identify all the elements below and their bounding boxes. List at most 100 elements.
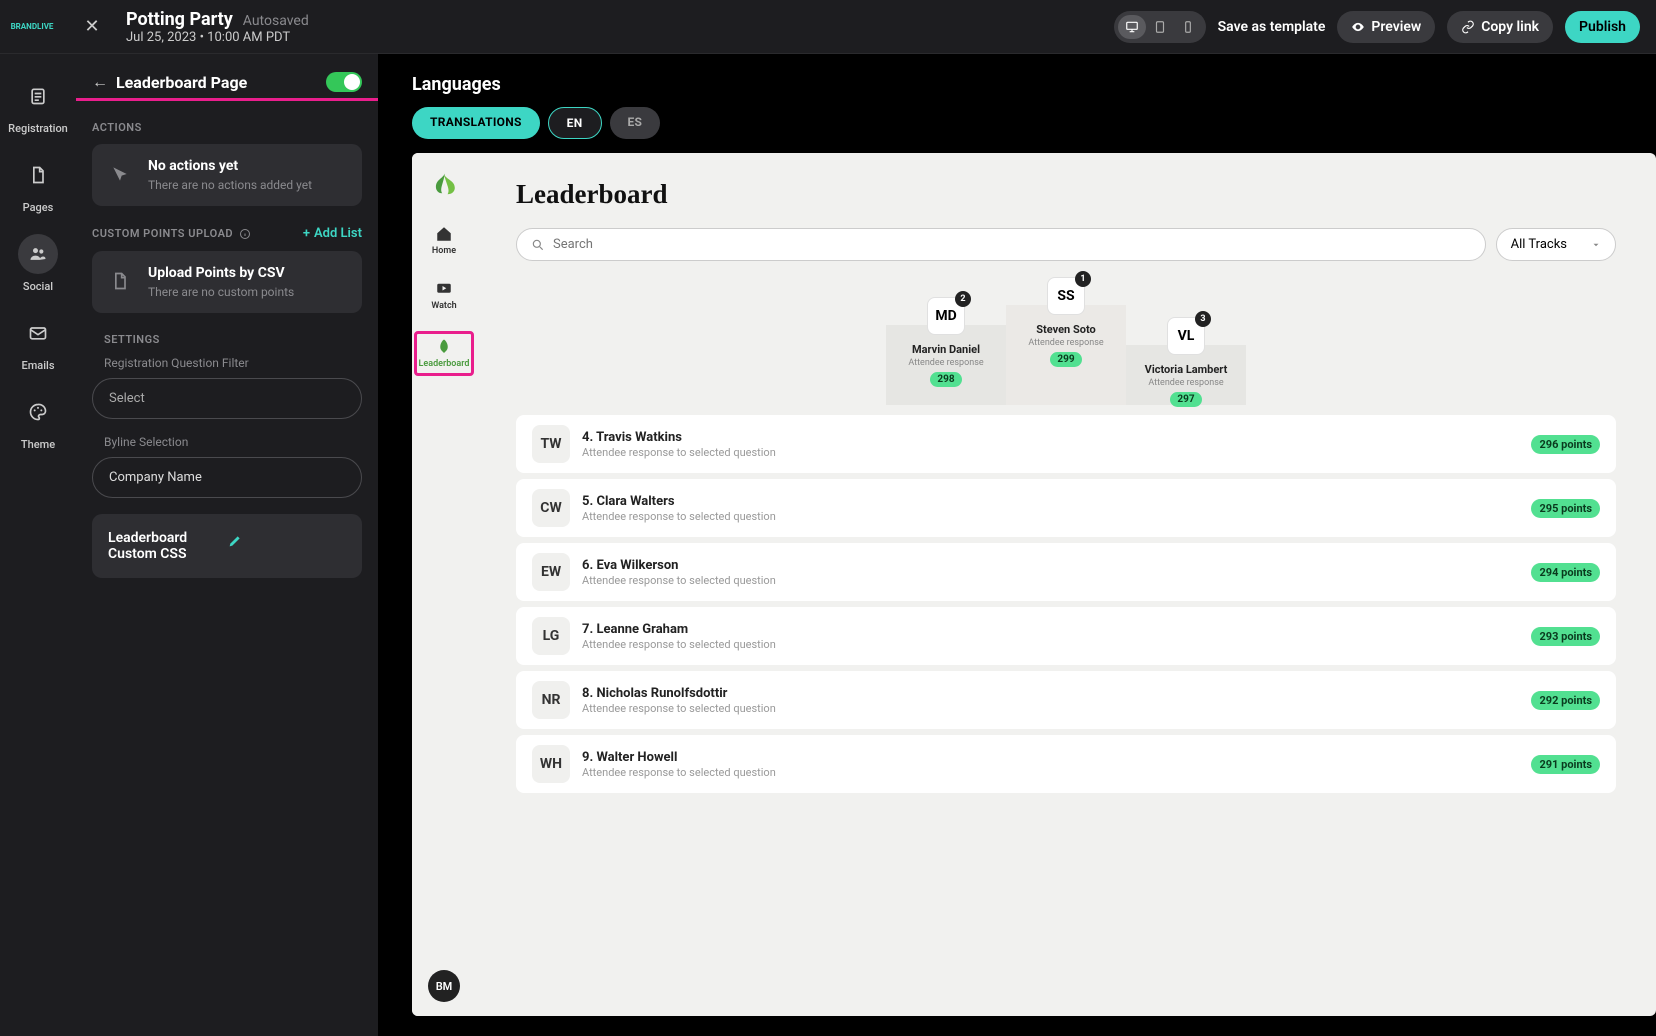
row-info: 9. Walter Howell Attendee response to se… [582, 750, 1519, 779]
row-points: 291 points [1531, 755, 1600, 774]
frame-main: Leaderboard All Tracks MD2 [476, 153, 1656, 1016]
mobile-icon [1181, 20, 1195, 34]
row-info: 5. Clara Walters Attendee response to se… [582, 494, 1519, 523]
edit-css-button[interactable] [227, 533, 346, 559]
rail-social[interactable]: Social [18, 234, 58, 293]
leaderboard-row[interactable]: EW 6. Eva Wilkerson Attendee response to… [516, 543, 1616, 601]
row-byline: Attendee response to selected question [582, 446, 1519, 459]
rail-pages[interactable]: Pages [18, 155, 58, 214]
back-arrow-icon[interactable]: ← [92, 72, 108, 92]
custom-css-heading: Leaderboard Custom CSS [108, 530, 227, 562]
languages-title: Languages [412, 74, 1656, 95]
rail-theme[interactable]: Theme [18, 392, 58, 451]
byline-select[interactable]: Company Name [92, 457, 362, 498]
copy-link-button[interactable]: Copy link [1447, 11, 1553, 43]
publish-button[interactable]: Publish [1565, 11, 1640, 43]
actions-section-label: ACTIONS [92, 121, 362, 134]
leaderboard-controls: All Tracks [516, 228, 1616, 261]
file-icon [110, 271, 130, 291]
row-avatar: EW [532, 553, 570, 591]
link-icon [1461, 20, 1475, 34]
add-list-link[interactable]: + Add List [303, 226, 362, 241]
row-byline: Attendee response to selected question [582, 510, 1519, 523]
device-mobile-button[interactable] [1174, 15, 1202, 39]
top-header: BRANDLIVE ✕ Potting Party Autosaved Jul … [0, 0, 1656, 54]
row-info: 7. Leanne Graham Attendee response to se… [582, 622, 1519, 651]
row-info: 8. Nicholas Runolfsdottir Attendee respo… [582, 686, 1519, 715]
preview-button[interactable]: Preview [1337, 11, 1435, 43]
frame-nav-home[interactable]: Home [430, 221, 458, 260]
rail-emails-label: Emails [22, 359, 55, 372]
row-points: 295 points [1531, 499, 1600, 518]
row-name: 8. Nicholas Runolfsdottir [582, 686, 1519, 701]
tab-translations[interactable]: TRANSLATIONS [412, 107, 540, 139]
leaderboard-row[interactable]: WH 9. Walter Howell Attendee response to… [516, 735, 1616, 793]
event-logo [426, 169, 462, 205]
row-points: 292 points [1531, 691, 1600, 710]
tab-en[interactable]: EN [548, 107, 602, 139]
upload-csv-card[interactable]: Upload Points by CSV There are no custom… [92, 251, 362, 313]
row-points: 296 points [1531, 435, 1600, 454]
editor-title: Leaderboard Page [116, 73, 247, 92]
editor-accent-line [76, 98, 378, 101]
event-datetime: Jul 25, 2023 • 10:00 AM PDT [126, 30, 309, 45]
copy-link-label: Copy link [1481, 19, 1539, 35]
home-icon [435, 225, 453, 243]
rail-emails[interactable]: Emails [18, 313, 58, 372]
leaderboard-row[interactable]: CW 5. Clara Walters Attendee response to… [516, 479, 1616, 537]
save-template-link[interactable]: Save as template [1218, 19, 1326, 35]
frame-user-avatar[interactable]: BM [428, 970, 460, 1002]
rail-registration[interactable]: Registration [8, 76, 68, 135]
row-info: 6. Eva Wilkerson Attendee response to se… [582, 558, 1519, 587]
row-name: 6. Eva Wilkerson [582, 558, 1519, 573]
play-icon [435, 280, 453, 298]
row-byline: Attendee response to selected question [582, 766, 1519, 779]
leaderboard-title: Leaderboard [516, 179, 1616, 210]
publish-label: Publish [1579, 19, 1626, 35]
row-points: 293 points [1531, 627, 1600, 646]
tab-es[interactable]: ES [610, 107, 661, 139]
preview-frame: Home Watch Leaderboard BM Leaderboard [412, 153, 1656, 1016]
row-points: 294 points [1531, 563, 1600, 582]
leaderboard-row[interactable]: LG 7. Leanne Graham Attendee response to… [516, 607, 1616, 665]
custom-css-card[interactable]: Leaderboard Custom CSS [92, 514, 362, 578]
rocket-icon [435, 338, 453, 356]
rail-theme-label: Theme [21, 438, 55, 451]
row-name: 4. Travis Watkins [582, 430, 1519, 445]
tracks-filter[interactable]: All Tracks [1496, 228, 1616, 261]
frame-nav-watch[interactable]: Watch [429, 276, 458, 315]
row-name: 7. Leanne Graham [582, 622, 1519, 637]
podium-third: VL3 Victoria Lambert Attendee response 2… [1126, 317, 1246, 405]
settings-label: SETTINGS [104, 333, 350, 346]
title-block: Potting Party Autosaved Jul 25, 2023 • 1… [126, 9, 309, 45]
row-info: 4. Travis Watkins Attendee response to s… [582, 430, 1519, 459]
device-switch [1114, 11, 1206, 43]
row-avatar: WH [532, 745, 570, 783]
podium-second: MD2 Marvin Daniel Attendee response 298 [886, 297, 1006, 405]
podium: MD2 Marvin Daniel Attendee response 298 … [516, 277, 1616, 405]
info-icon [239, 228, 251, 240]
leaderboard-row[interactable]: NR 8. Nicholas Runolfsdottir Attendee re… [516, 671, 1616, 729]
device-desktop-button[interactable] [1118, 15, 1146, 39]
preview-area: Languages TRANSLATIONS EN ES Home Watch [378, 54, 1656, 1036]
leaderboard-row[interactable]: TW 4. Travis Watkins Attendee response t… [516, 415, 1616, 473]
no-actions-card: No actions yet There are no actions adde… [92, 144, 362, 206]
language-tabs: TRANSLATIONS EN ES [412, 107, 1656, 139]
editor-header: ← Leaderboard Page [92, 72, 362, 92]
custom-points-label: CUSTOM POINTS UPLOAD [92, 227, 251, 240]
reg-filter-select[interactable]: Select [92, 378, 362, 419]
device-tablet-button[interactable] [1146, 15, 1174, 39]
row-byline: Attendee response to selected question [582, 702, 1519, 715]
upload-heading: Upload Points by CSV [148, 265, 294, 281]
podium-avatar: SS1 [1047, 277, 1085, 315]
page-enable-toggle[interactable] [326, 72, 362, 92]
search-input[interactable] [553, 237, 1471, 252]
desktop-icon [1125, 20, 1139, 34]
leaderboard-search[interactable] [516, 228, 1486, 261]
close-button[interactable]: ✕ [78, 13, 106, 41]
editor-panel: ← Leaderboard Page ACTIONS No actions ye… [76, 54, 378, 1036]
leaderboard-list: TW 4. Travis Watkins Attendee response t… [516, 415, 1616, 793]
rail-pages-label: Pages [23, 201, 54, 214]
podium-first: SS1 Steven Soto Attendee response 299 [1006, 277, 1126, 405]
frame-nav-leaderboard[interactable]: Leaderboard [414, 331, 475, 376]
